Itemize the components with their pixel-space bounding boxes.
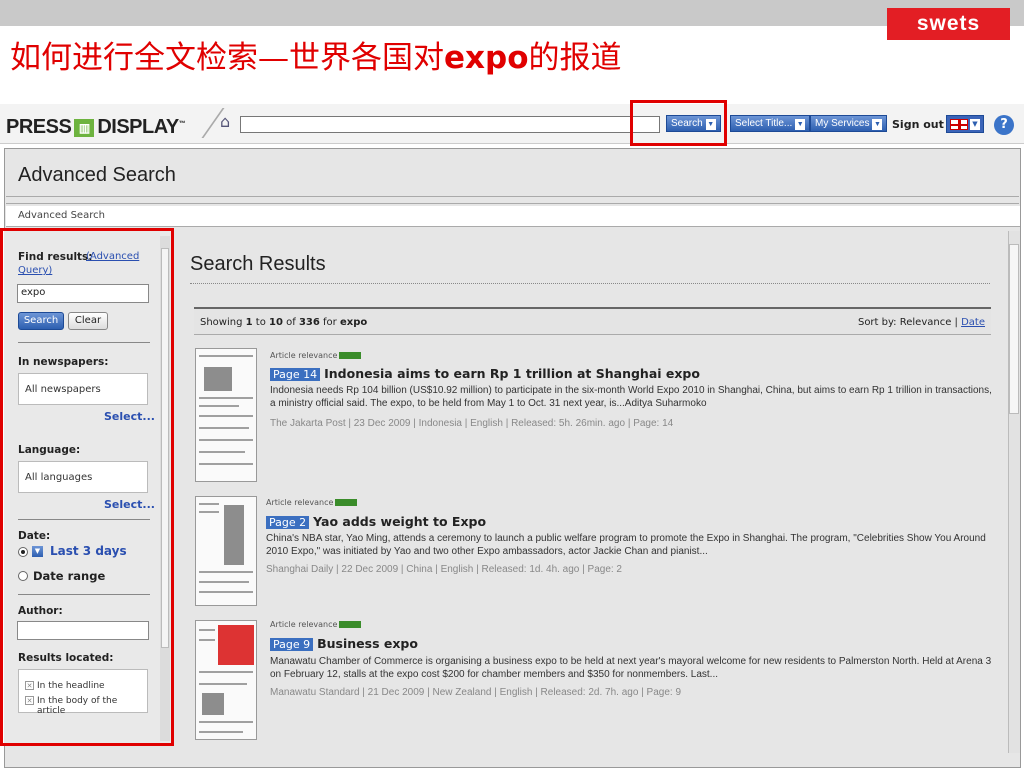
results-query: expo [339, 317, 368, 328]
chevron-down-icon: ▼ [795, 119, 806, 130]
sort-relevance[interactable]: Sort by: Relevance | [858, 317, 958, 328]
highlight-box-sidebar [0, 228, 174, 746]
search-results-title: Search Results [190, 253, 326, 275]
for-text: for [323, 317, 337, 328]
relevance-indicator: Article relevance [270, 620, 362, 629]
relevance-label: Article relevance [270, 351, 338, 360]
slide-title-keyword: expo [444, 40, 529, 76]
page-title: Advanced Search [18, 164, 176, 186]
logo-text-display: DISPLAY [97, 116, 179, 138]
article-title-link[interactable]: Page 9 Business expo [270, 636, 418, 651]
slide-title-prefix: 如何进行全文检索—世界各国对 [10, 40, 444, 76]
my-services-label: My Services [815, 118, 870, 129]
trademark-mark: ™ [178, 120, 186, 128]
article-thumbnail[interactable] [195, 348, 257, 482]
relevance-bar [335, 499, 358, 506]
sort-date-link[interactable]: Date [961, 317, 985, 328]
article-meta: Manawatu Standard | 21 Dec 2009 | New Ze… [270, 687, 682, 698]
relevance-bar [339, 621, 362, 628]
help-icon[interactable]: ? [994, 115, 1014, 135]
article-thumbnail[interactable] [195, 620, 257, 740]
sort-by: Sort by: Relevance | Date [858, 317, 985, 328]
logo-text-press: PRESS [6, 116, 72, 138]
slide-top-bar [0, 0, 1024, 26]
newspaper-logo-icon: ▥ [74, 119, 95, 137]
home-icon[interactable]: ⌂ [220, 113, 238, 131]
results-from: 1 [245, 317, 253, 328]
article-snippet: Indonesia needs Rp 104 billion (US$10.92… [270, 385, 992, 409]
top-search-input[interactable] [240, 116, 660, 133]
chevron-down-icon: ▼ [872, 119, 883, 130]
showing-text: Showing [200, 317, 243, 328]
article-title[interactable]: Business expo [317, 636, 418, 651]
results-summary-bar: Showing 1 to 10 of 336 for expo Sort by:… [194, 307, 991, 335]
article-title-link[interactable]: Page 2 Yao adds weight to Expo [266, 514, 486, 529]
chevron-down-icon: ▼ [970, 119, 980, 130]
highlight-box-search [630, 100, 727, 146]
relevance-indicator: Article relevance [270, 351, 362, 360]
relevance-label: Article relevance [270, 620, 338, 629]
uk-flag-icon [950, 119, 968, 130]
results-to: 10 [269, 317, 283, 328]
language-flag-button[interactable]: ▼ [946, 115, 984, 133]
article-snippet: Manawatu Chamber of Commerce is organisi… [270, 656, 992, 680]
slide-title: 如何进行全文检索—世界各国对expo的报道 [10, 32, 622, 77]
select-title-label: Select Title... [735, 118, 793, 129]
relevance-label: Article relevance [266, 498, 334, 507]
slide-title-suffix: 的报道 [528, 40, 622, 76]
select-title-button[interactable]: Select Title... ▼ [730, 115, 811, 132]
page-badge[interactable]: Page 9 [270, 638, 314, 651]
article-meta: Shanghai Daily | 22 Dec 2009 | China | E… [266, 564, 622, 575]
swets-logo: swets [887, 8, 1010, 40]
page-badge[interactable]: Page 2 [266, 516, 310, 529]
results-scrollbar-thumb[interactable] [1009, 244, 1019, 414]
article-title[interactable]: Indonesia aims to earn Rp 1 trillion at … [324, 366, 700, 381]
to-text: to [255, 317, 266, 328]
article-snippet: China's NBA star, Yao Ming, attends a ce… [266, 533, 986, 557]
dotted-divider [190, 283, 990, 284]
pressdisplay-logo[interactable]: PRESS ▥ DISPLAY™ [6, 116, 186, 139]
article-title[interactable]: Yao adds weight to Expo [313, 514, 486, 529]
of-text: of [286, 317, 296, 328]
relevance-indicator: Article relevance [266, 498, 358, 507]
article-title-link[interactable]: Page 14 Indonesia aims to earn Rp 1 trill… [270, 366, 700, 381]
relevance-bar [339, 352, 362, 359]
results-total: 336 [298, 317, 320, 328]
my-services-button[interactable]: My Services ▼ [810, 115, 888, 132]
article-meta: The Jakarta Post | 23 Dec 2009 | Indones… [270, 418, 674, 429]
page-badge[interactable]: Page 14 [270, 368, 321, 381]
breadcrumb: Advanced Search [6, 206, 1020, 227]
title-divider [6, 196, 1019, 204]
sign-out-link[interactable]: Sign out [892, 118, 944, 131]
article-thumbnail[interactable] [195, 496, 257, 606]
